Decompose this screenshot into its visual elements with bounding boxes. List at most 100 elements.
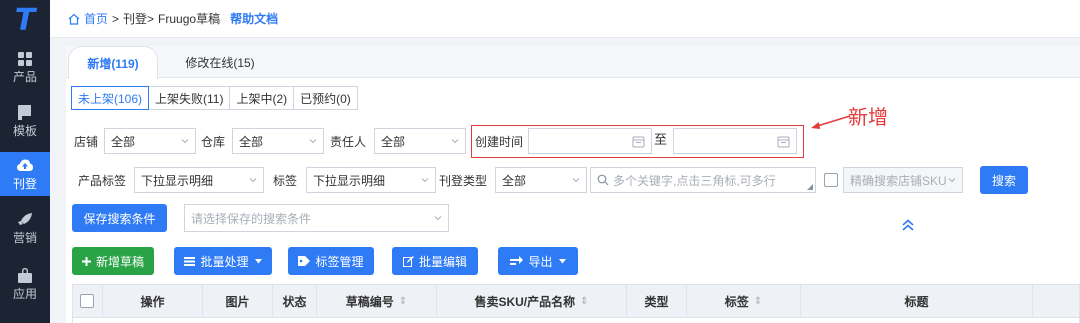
table-body bbox=[72, 318, 1080, 323]
caret-down-icon bbox=[254, 258, 262, 264]
sidebar-item-label: 营销 bbox=[12, 230, 37, 245]
table-header: 操作 图片 状态 草稿编号 ⇕ 售卖SKU/产品名称 ⇕ 类型 标签 ⇕ 标题 bbox=[72, 284, 1080, 318]
column-header-draft-id[interactable]: 草稿编号 ⇕ bbox=[317, 285, 437, 317]
chevron-down-icon bbox=[181, 139, 189, 144]
column-label: 标签 bbox=[724, 294, 749, 309]
tab-label: 新增(119) bbox=[87, 56, 139, 71]
listing-type-select-value: 全部 bbox=[502, 173, 527, 188]
caret-down-icon bbox=[558, 258, 566, 264]
calendar-icon bbox=[777, 136, 790, 148]
help-docs-link[interactable]: 帮助文档 bbox=[230, 10, 278, 27]
subtab-listing-failed[interactable]: 上架失败(11) bbox=[148, 86, 231, 110]
search-button[interactable]: 搜索 bbox=[980, 166, 1028, 194]
sidebar-item-templates[interactable]: 模板 bbox=[0, 99, 50, 143]
chevron-down-icon bbox=[421, 178, 429, 183]
subtab-label: 上架失败(11) bbox=[155, 91, 224, 106]
sort-icon[interactable]: ⇕ bbox=[754, 296, 762, 307]
list-icon bbox=[184, 256, 196, 266]
export-label: 导出 bbox=[528, 254, 553, 269]
chevron-down-icon bbox=[572, 178, 580, 183]
new-draft-button[interactable]: 新增草稿 bbox=[72, 247, 154, 275]
batch-edit-button[interactable]: 批量编辑 bbox=[392, 247, 478, 275]
column-label: 售卖SKU/产品名称 bbox=[474, 294, 576, 309]
sidebar-item-apps[interactable]: 应用 bbox=[0, 262, 50, 306]
to-label: 至 bbox=[654, 132, 668, 147]
subtab-scheduled[interactable]: 已预约(0) bbox=[293, 86, 358, 110]
column-label: 图片 bbox=[225, 294, 250, 309]
breadcrumb: 首页 > 刊登> Fruugo草稿 帮助文档 bbox=[50, 0, 1080, 38]
breadcrumb-home[interactable]: 首页 bbox=[84, 10, 108, 27]
listing-type-label: 刊登类型 bbox=[439, 174, 488, 188]
owner-select-value: 全部 bbox=[381, 134, 406, 149]
home-icon[interactable] bbox=[68, 13, 80, 25]
column-header-tags[interactable]: 标签 ⇕ bbox=[687, 285, 801, 317]
select-all-cell bbox=[73, 285, 103, 317]
sidebar-item-marketing[interactable]: 营销 bbox=[0, 206, 50, 250]
store-select-value: 全部 bbox=[111, 134, 136, 149]
created-start-date[interactable] bbox=[528, 128, 652, 154]
sidebar-item-label: 模板 bbox=[12, 123, 37, 138]
sort-icon[interactable]: ⇕ bbox=[399, 296, 407, 307]
product-tag-select-value: 下拉显示明细 bbox=[141, 173, 214, 188]
new-draft-label: 新增草稿 bbox=[95, 254, 144, 269]
tab-modify-online[interactable]: 修改在线(15) bbox=[170, 46, 270, 78]
subtab-label: 未上架(106) bbox=[78, 91, 143, 106]
column-header-sku-name[interactable]: 售卖SKU/产品名称 ⇕ bbox=[437, 285, 627, 317]
save-search-button[interactable]: 保存搜索条件 bbox=[72, 204, 167, 232]
breadcrumb-listing[interactable]: 刊登> bbox=[123, 10, 154, 27]
tab-label: 修改在线(15) bbox=[185, 55, 255, 70]
tag-select[interactable]: 下拉显示明细 bbox=[306, 167, 436, 193]
tag-manage-button[interactable]: 标签管理 bbox=[288, 247, 374, 275]
breadcrumb-current: Fruugo草稿 bbox=[158, 12, 221, 26]
warehouse-select[interactable]: 全部 bbox=[232, 128, 324, 154]
sidebar-item-label: 产品 bbox=[12, 69, 37, 84]
column-label: 标题 bbox=[904, 294, 929, 309]
chevron-down-icon bbox=[434, 216, 442, 221]
subtab-listing-in-progress[interactable]: 上架中(2) bbox=[229, 86, 295, 110]
chevron-down-icon bbox=[249, 178, 257, 183]
column-label: 状态 bbox=[282, 294, 307, 309]
app-logo[interactable]: T bbox=[0, 0, 50, 42]
annotation-arrow-icon bbox=[811, 115, 851, 129]
calendar-icon bbox=[632, 136, 645, 148]
store-select[interactable]: 全部 bbox=[104, 128, 196, 154]
exact-sku-select-label: 精确搜索店铺SKU bbox=[850, 173, 947, 188]
select-all-checkbox[interactable] bbox=[80, 294, 94, 308]
exact-sku-select[interactable]: 精确搜索店铺SKU bbox=[843, 167, 963, 193]
owner-select[interactable]: 全部 bbox=[374, 128, 466, 154]
sidebar-item-products[interactable]: 产品 bbox=[0, 45, 50, 89]
bag-icon bbox=[17, 268, 33, 284]
plus-icon bbox=[81, 256, 91, 266]
column-label: 草稿编号 bbox=[345, 294, 394, 309]
sidebar-item-listing[interactable]: 刊登 bbox=[0, 152, 50, 196]
saved-search-select[interactable]: 请选择保存的搜索条件 bbox=[184, 204, 449, 232]
owner-label: 责任人 bbox=[330, 135, 367, 149]
export-icon bbox=[510, 256, 524, 266]
keyword-search-input[interactable]: 多个关键字,点击三角标,可多行 bbox=[590, 167, 816, 193]
sort-icon[interactable]: ⇕ bbox=[580, 296, 588, 307]
collapse-filters-icon[interactable] bbox=[901, 218, 915, 232]
tag-select-value: 下拉显示明细 bbox=[313, 173, 386, 188]
tab-bar: 新增(119) 修改在线(15) bbox=[66, 46, 1080, 79]
column-header-title: 标题 bbox=[801, 285, 1033, 317]
export-button[interactable]: 导出 bbox=[498, 247, 578, 275]
tab-new[interactable]: 新增(119) bbox=[68, 46, 158, 79]
product-tag-select[interactable]: 下拉显示明细 bbox=[134, 167, 264, 193]
expand-triangle-icon[interactable] bbox=[807, 184, 813, 190]
warehouse-select-value: 全部 bbox=[239, 134, 264, 149]
batch-process-button[interactable]: 批量处理 bbox=[174, 247, 272, 275]
batch-process-label: 批量处理 bbox=[200, 254, 249, 269]
edit-icon bbox=[402, 255, 414, 267]
created-end-date[interactable] bbox=[673, 128, 797, 154]
subtab-unlisted[interactable]: 未上架(106) bbox=[71, 86, 150, 110]
breadcrumb-separator: > bbox=[112, 11, 120, 26]
tag-manage-label: 标签管理 bbox=[315, 254, 364, 269]
annotation-label: 新增 bbox=[848, 107, 888, 129]
listing-type-select[interactable]: 全部 bbox=[495, 167, 587, 193]
chevron-down-icon bbox=[948, 178, 956, 183]
column-header-status: 状态 bbox=[273, 285, 317, 317]
exact-sku-checkbox[interactable] bbox=[824, 173, 838, 187]
tag-label: 标签 bbox=[273, 174, 298, 188]
column-header-actions: 操作 bbox=[103, 285, 203, 317]
sidebar-item-label: 刊登 bbox=[12, 176, 37, 191]
